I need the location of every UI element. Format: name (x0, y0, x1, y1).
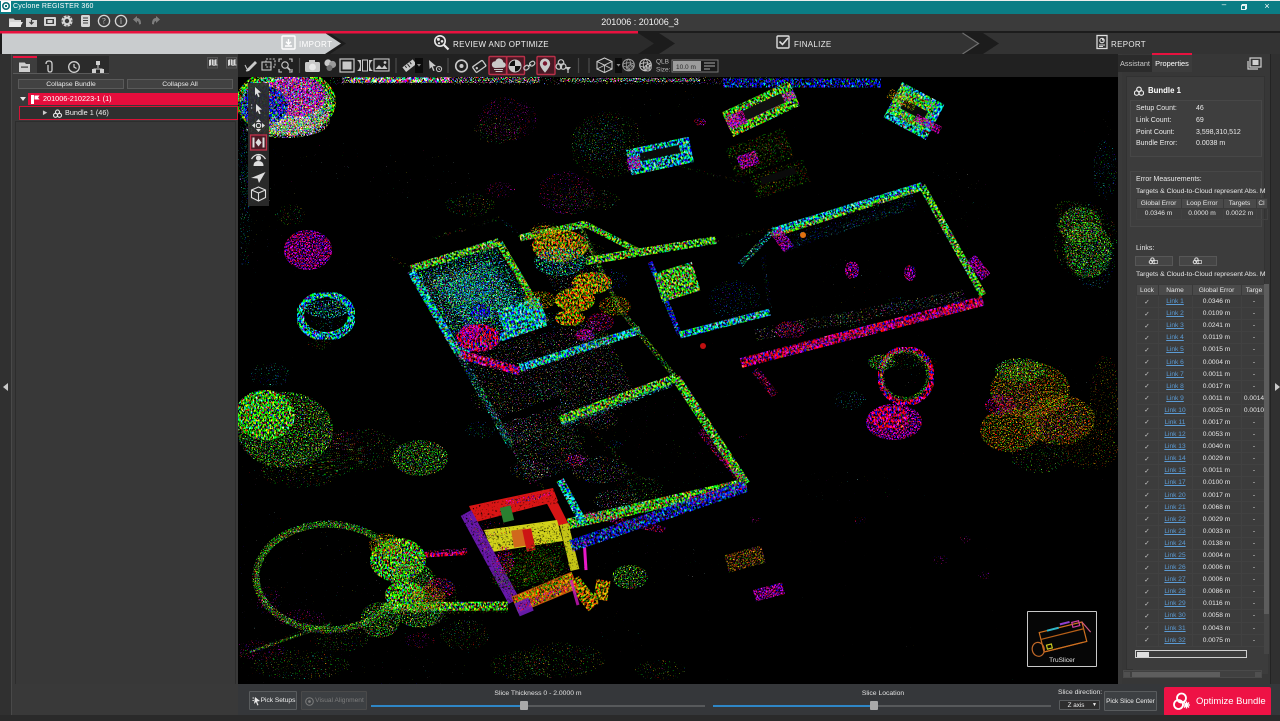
svg-text:M: M (646, 66, 651, 72)
svg-text:QLB: QLB (656, 59, 669, 66)
svg-text:IMPORT: IMPORT (299, 40, 332, 49)
svg-text:Ø: Ø (628, 66, 633, 72)
svg-text:FINALIZE: FINALIZE (794, 40, 832, 49)
svg-text:Size:: Size: (656, 67, 671, 74)
svg-text:10.0 m: 10.0 m (676, 64, 696, 71)
svg-text:?: ? (102, 17, 106, 26)
svg-text:REPORT: REPORT (1111, 40, 1146, 49)
svg-text:REVIEW AND OPTIMIZE: REVIEW AND OPTIMIZE (453, 40, 549, 49)
svg-text:i: i (120, 17, 123, 26)
